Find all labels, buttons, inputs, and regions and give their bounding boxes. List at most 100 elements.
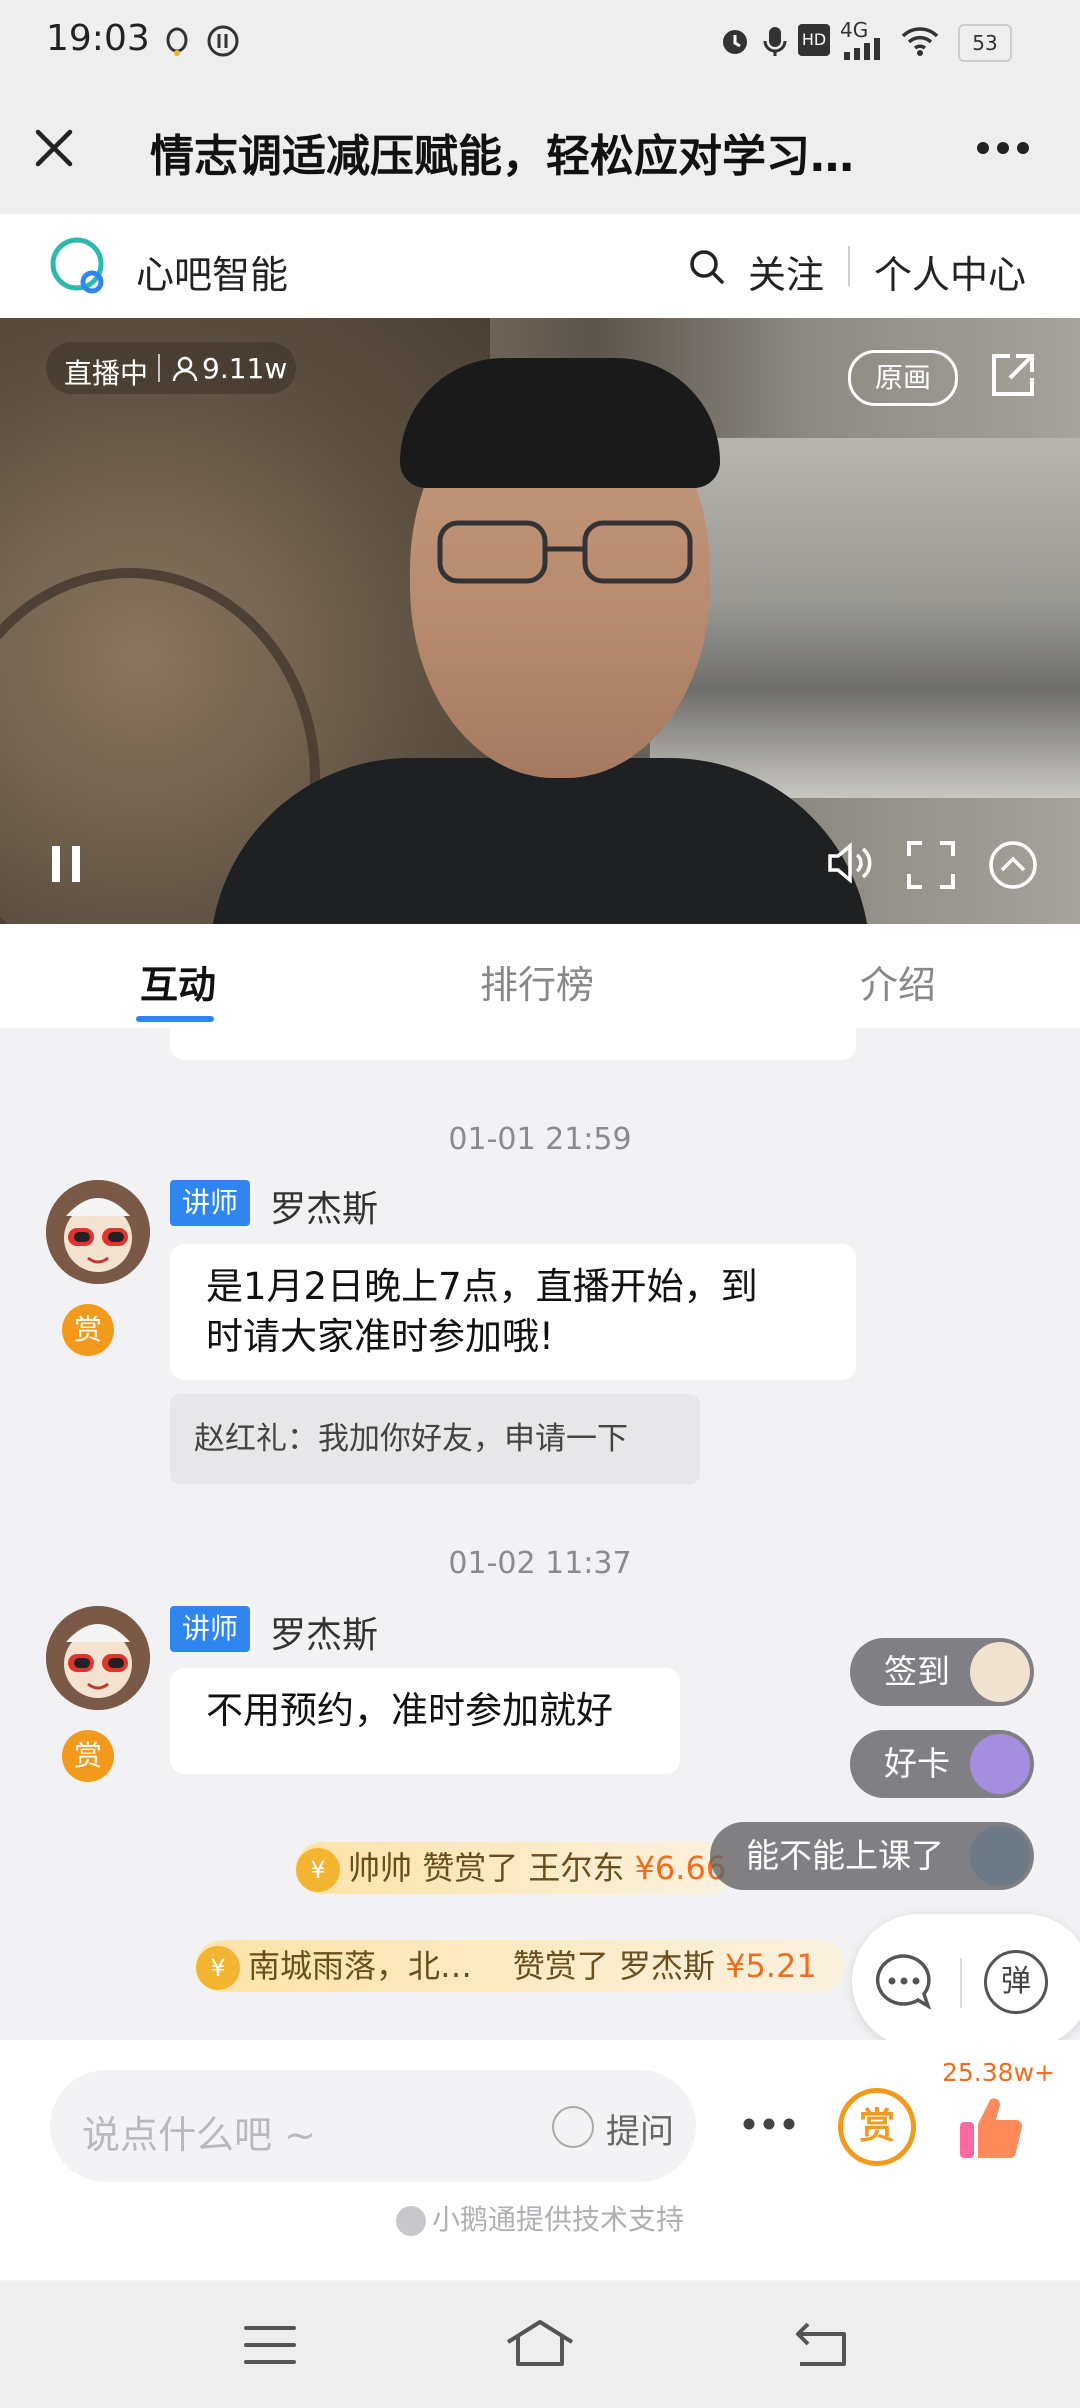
volume-icon[interactable] (826, 840, 874, 886)
message-bubble: 是1月2日晚上7点，直播开始，到 时请大家准时参加哦! (170, 1244, 856, 1380)
live-status-pill: 直播中 9.11w (46, 342, 296, 394)
sender-name: 罗杰斯 (270, 1189, 379, 1230)
personal-center-link[interactable]: 个人中心 (874, 244, 1026, 299)
collapse-up-icon[interactable] (988, 840, 1038, 890)
search-icon[interactable] (688, 248, 726, 286)
gift-verb: 赞赏了 (512, 1947, 609, 1985)
floating-comment: 签到 (850, 1638, 1034, 1706)
message-timestamp: 01-01 21:59 (448, 1122, 632, 1157)
share-icon[interactable] (990, 352, 1036, 398)
floating-comment-text: 签到 (884, 1652, 950, 1691)
danmaku-toggle[interactable]: 弹 (984, 1950, 1048, 2014)
brand-bar: 心吧智能 关注 个人中心 (0, 214, 1080, 318)
avatar[interactable] (46, 1606, 150, 1710)
tab-ranking[interactable]: 排行榜 (480, 954, 594, 1009)
reward-badge[interactable]: 赏 (62, 1304, 114, 1356)
quoted-reply: 赵红礼：我加你好友，申请一下 (170, 1394, 700, 1484)
alarm-icon (723, 30, 747, 54)
gift-verb: 赞赏了 (422, 1849, 519, 1887)
live-label: 直播中 (64, 357, 149, 390)
app-notification-icon (207, 25, 239, 57)
comment-icon[interactable] (874, 1952, 934, 2012)
message-timestamp: 01-02 11:37 (448, 1546, 632, 1581)
like-thumb-icon[interactable] (956, 2094, 1024, 2162)
commenter-avatar (970, 1826, 1030, 1886)
like-count: 25.38w+ (942, 2058, 1055, 2087)
back-icon[interactable] (794, 2320, 850, 2368)
gift-receiver: 罗杰斯 (618, 1947, 715, 1985)
bottom-input-bar: 说点什么吧 ~ 提问 赏 25.38w+ 小鹅通提供技术支持 (0, 2040, 1080, 2280)
qq-icon (166, 27, 188, 56)
message-text-line: 是1月2日晚上7点，直播开始，到 (206, 1265, 758, 1308)
divider (960, 1958, 962, 2008)
tab-interaction[interactable]: 互动 (140, 954, 216, 1009)
gift-sender: 帅帅 (348, 1849, 413, 1887)
signal-icon (844, 38, 880, 60)
commenter-avatar (970, 1642, 1030, 1702)
close-icon[interactable] (32, 126, 76, 170)
floating-comment: 能不能上课了 (710, 1822, 1034, 1890)
role-badge: 讲师 (170, 1180, 251, 1226)
status-bar: 19:03 HD 4G 53 (0, 0, 1080, 82)
reward-button[interactable]: 赏 (838, 2088, 916, 2166)
system-nav-bar (0, 2282, 1080, 2408)
home-icon[interactable] (504, 2318, 576, 2368)
previous-message-bubble (170, 1028, 856, 1060)
comment-placeholder: 说点什么吧 ~ (82, 2113, 316, 2157)
gift-amount: ¥5.21 (725, 1947, 817, 1985)
more-options-icon[interactable] (742, 2116, 796, 2132)
avatar-cartoon-icon (46, 1606, 150, 1710)
gift-receiver: 王尔东 (528, 1849, 625, 1887)
money-bag-icon: ¥ (296, 1848, 340, 1892)
microphone-icon (763, 27, 787, 56)
message-text-line: 不用预约，准时参加就好 (206, 1689, 613, 1732)
reward-badge[interactable]: 赏 (62, 1730, 114, 1782)
video-background-painting (650, 438, 1080, 798)
avatar[interactable] (46, 1180, 150, 1284)
side-control-capsule: 弹 (852, 1914, 1080, 2048)
floating-comment-text: 好卡 (884, 1744, 950, 1783)
video-person-glasses (437, 520, 693, 584)
tech-support-note: 小鹅通提供技术支持 (0, 2198, 1080, 2238)
fullscreen-icon[interactable] (906, 840, 956, 890)
tab-bar: 互动 排行榜 介绍 (0, 924, 1080, 1028)
follow-link[interactable]: 关注 (748, 244, 824, 299)
brand-name: 心吧智能 (136, 253, 289, 297)
xiaoe-logo-icon (395, 2206, 426, 2236)
message-bubble: 不用预约，准时参加就好 (170, 1668, 680, 1774)
status-time: 19:03 (46, 18, 150, 59)
battery-level: 53 (972, 31, 998, 55)
pause-icon[interactable] (50, 844, 82, 884)
divider (158, 354, 160, 382)
ask-label: 提问 (606, 2112, 674, 2152)
title-bar: 情志调适减压赋能，轻松应对学习… (0, 82, 1080, 214)
hd-icon: HD (798, 24, 830, 56)
tech-support-text: 小鹅通提供技术支持 (431, 2203, 684, 2236)
gift-sender: 南城雨落，北… (248, 1947, 473, 1985)
sender-name: 罗杰斯 (270, 1615, 379, 1656)
gift-notification: ¥ 南城雨落，北… 赞赏了 罗杰斯 ¥5.21 (196, 1940, 846, 1992)
floating-comment-text: 能不能上课了 (746, 1836, 944, 1875)
more-icon[interactable] (976, 140, 1030, 156)
ask-checkbox[interactable] (552, 2106, 594, 2148)
divider (848, 246, 850, 286)
comment-input[interactable]: 说点什么吧 ~ 提问 (50, 2070, 696, 2182)
tab-intro[interactable]: 介绍 (860, 954, 936, 1009)
commenter-avatar (970, 1734, 1030, 1794)
brand-logo-icon (50, 237, 104, 294)
viewer-count: 9.11w (202, 352, 288, 385)
money-bag-icon: ¥ (196, 1946, 240, 1990)
active-tab-indicator (136, 1016, 214, 1022)
wifi-icon (901, 27, 939, 56)
page-title: 情志调适减压赋能，轻松应对学习… (150, 131, 854, 182)
battery-icon: 53 (958, 24, 1012, 62)
menu-icon[interactable] (244, 2324, 296, 2366)
quality-button[interactable]: 原画 (848, 350, 958, 406)
floating-comment: 好卡 (850, 1730, 1034, 1798)
live-video-player[interactable]: 直播中 9.11w 原画 (0, 318, 1080, 924)
message-text-line: 时请大家准时参加哦! (206, 1315, 554, 1358)
video-person-hair (400, 358, 720, 488)
role-badge: 讲师 (170, 1606, 251, 1652)
avatar-cartoon-icon (46, 1180, 150, 1284)
gift-notification: ¥ 帅帅 赞赏了 王尔东 ¥6.66 (296, 1842, 736, 1894)
